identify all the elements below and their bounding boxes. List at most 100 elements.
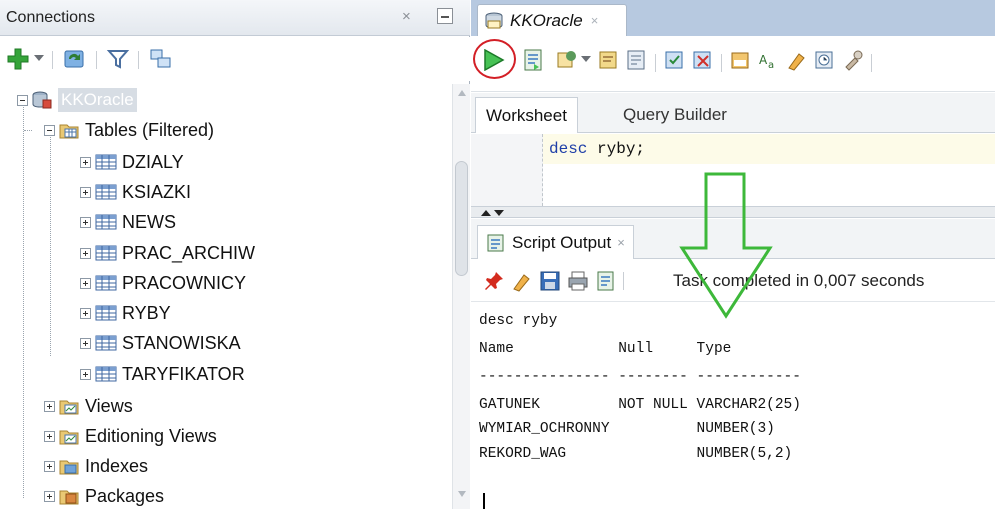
expand-icon[interactable]	[80, 368, 91, 380]
expand-icon[interactable]	[80, 307, 91, 319]
tree-connection-label: KKOracle	[58, 88, 137, 112]
output-line: --------------- -------- ------------	[479, 369, 801, 385]
schema-browser-icon[interactable]	[148, 47, 174, 71]
worksheet-panel: KKOracle × A a Worksheet Query Builder d…	[471, 0, 995, 509]
collapse-icon[interactable]	[44, 124, 55, 136]
expand-icon[interactable]	[44, 460, 55, 472]
connections-header: Connections ×	[0, 0, 470, 36]
tree-table-label: DZIALY	[122, 151, 184, 172]
annotation-arrow-icon	[679, 172, 773, 319]
table-icon	[95, 275, 117, 291]
connections-tree: KKOracle Tables (Filtered) DZIALY KSIAZK…	[0, 84, 452, 509]
document-tab-strip: KKOracle ×	[471, 0, 995, 36]
minimize-icon[interactable]	[437, 8, 453, 24]
autotrace-icon[interactable]	[555, 48, 579, 72]
filter-icon[interactable]	[106, 47, 130, 71]
tree-table-label: STANOWISKA	[122, 332, 241, 353]
run-statement-icon[interactable]	[482, 49, 506, 71]
clear-icon[interactable]	[785, 48, 809, 72]
tree-table-row[interactable]: RYBY	[80, 299, 171, 327]
format-icon[interactable]: A a	[757, 48, 781, 72]
tree-table-row[interactable]: STANOWISKA	[80, 329, 241, 357]
sql-worksheet-icon	[485, 12, 503, 29]
pin-icon[interactable]	[483, 270, 505, 292]
tree-table-label: NEWS	[122, 211, 176, 232]
dropdown-icon[interactable]	[581, 56, 591, 64]
document-tab-kkoracle[interactable]: KKOracle ×	[477, 4, 627, 36]
add-connection-icon[interactable]	[6, 47, 30, 71]
tab-query-builder[interactable]: Query Builder	[623, 97, 727, 133]
dropdown-icon[interactable]	[34, 55, 44, 63]
tree-table-row[interactable]: PRACOWNICY	[80, 269, 246, 297]
print-icon[interactable]	[567, 270, 589, 292]
editioning-views-folder-icon	[59, 430, 79, 444]
tree-table-row[interactable]: KSIAZKI	[80, 178, 191, 206]
svg-text:a: a	[768, 60, 774, 71]
connections-title: Connections	[6, 9, 95, 26]
expand-icon[interactable]	[80, 277, 91, 289]
code-text: ryby;	[587, 140, 646, 158]
tab-script-output[interactable]: Script Output ×	[477, 225, 634, 259]
tree-scrollbar[interactable]	[452, 84, 470, 509]
svg-text:A: A	[759, 53, 768, 67]
unshared-sql-icon[interactable]	[729, 48, 753, 72]
scrollbar-thumb[interactable]	[455, 161, 468, 276]
script-output-icon	[487, 234, 504, 251]
save-icon[interactable]	[539, 270, 561, 292]
expand-icon[interactable]	[80, 247, 91, 259]
tree-table-row[interactable]: NEWS	[80, 208, 176, 236]
expand-icon[interactable]	[44, 430, 55, 442]
scroll-up-icon[interactable]	[458, 90, 466, 96]
table-icon	[95, 214, 117, 230]
collapse-icon[interactable]	[17, 94, 28, 106]
table-icon	[95, 305, 117, 321]
tree-table-row[interactable]: DZIALY	[80, 148, 184, 176]
expand-icon[interactable]	[80, 337, 91, 349]
expand-icon[interactable]	[44, 400, 55, 412]
tree-folder-editioning-views[interactable]: Editioning Views	[44, 422, 217, 450]
tree-folder-label: Indexes	[85, 455, 149, 476]
tree-folder-tables[interactable]: Tables (Filtered)	[44, 116, 214, 144]
refresh-icon[interactable]	[62, 47, 88, 71]
output-file-icon[interactable]	[595, 270, 617, 292]
tools-icon[interactable]	[841, 48, 865, 72]
explain-plan-icon[interactable]	[597, 48, 621, 72]
connections-panel: Connections × KKOracle Tables (Filtered)…	[0, 0, 470, 509]
maximize-up-icon[interactable]	[481, 210, 491, 216]
expand-icon[interactable]	[44, 490, 55, 502]
scroll-down-icon[interactable]	[458, 491, 466, 497]
commit-icon[interactable]	[663, 48, 687, 72]
tree-table-row[interactable]: TARYFIKATOR	[80, 360, 245, 388]
close-icon[interactable]: ×	[617, 235, 625, 250]
connections-toolbar	[0, 37, 470, 81]
database-connection-icon	[32, 91, 52, 109]
views-folder-icon	[59, 400, 79, 414]
indexes-folder-icon	[59, 460, 79, 474]
sql-history-icon[interactable]	[813, 48, 837, 72]
code-line[interactable]: desc ryby;	[543, 134, 995, 164]
clear-output-icon[interactable]	[511, 270, 533, 292]
text-caret	[483, 493, 485, 509]
code-keyword: desc	[549, 140, 588, 158]
rollback-icon[interactable]	[691, 48, 715, 72]
close-icon[interactable]: ×	[402, 8, 411, 25]
tree-table-label: TARYFIKATOR	[122, 363, 245, 384]
editor-gutter	[471, 134, 543, 206]
tree-connection-kkoracle[interactable]: KKOracle	[17, 86, 137, 114]
table-icon	[95, 154, 117, 170]
tables-folder-icon	[59, 124, 79, 138]
tree-folder-views[interactable]: Views	[44, 392, 133, 420]
maximize-down-icon[interactable]	[494, 210, 504, 216]
tab-worksheet[interactable]: Worksheet	[475, 97, 578, 133]
close-icon[interactable]: ×	[591, 13, 599, 28]
tree-folder-indexes[interactable]: Indexes	[44, 452, 148, 480]
run-script-icon[interactable]	[523, 48, 545, 72]
script-output-area[interactable]: desc ryby Name Null Type ---------------…	[471, 303, 995, 509]
expand-icon[interactable]	[80, 216, 91, 228]
tree-table-row[interactable]: PRAC_ARCHIW	[80, 239, 255, 267]
sql-tuning-icon[interactable]	[625, 48, 649, 72]
tree-folder-label: Tables (Filtered)	[85, 119, 215, 140]
tree-folder-packages[interactable]: Packages	[44, 482, 164, 509]
expand-icon[interactable]	[80, 186, 91, 198]
expand-icon[interactable]	[80, 156, 91, 168]
